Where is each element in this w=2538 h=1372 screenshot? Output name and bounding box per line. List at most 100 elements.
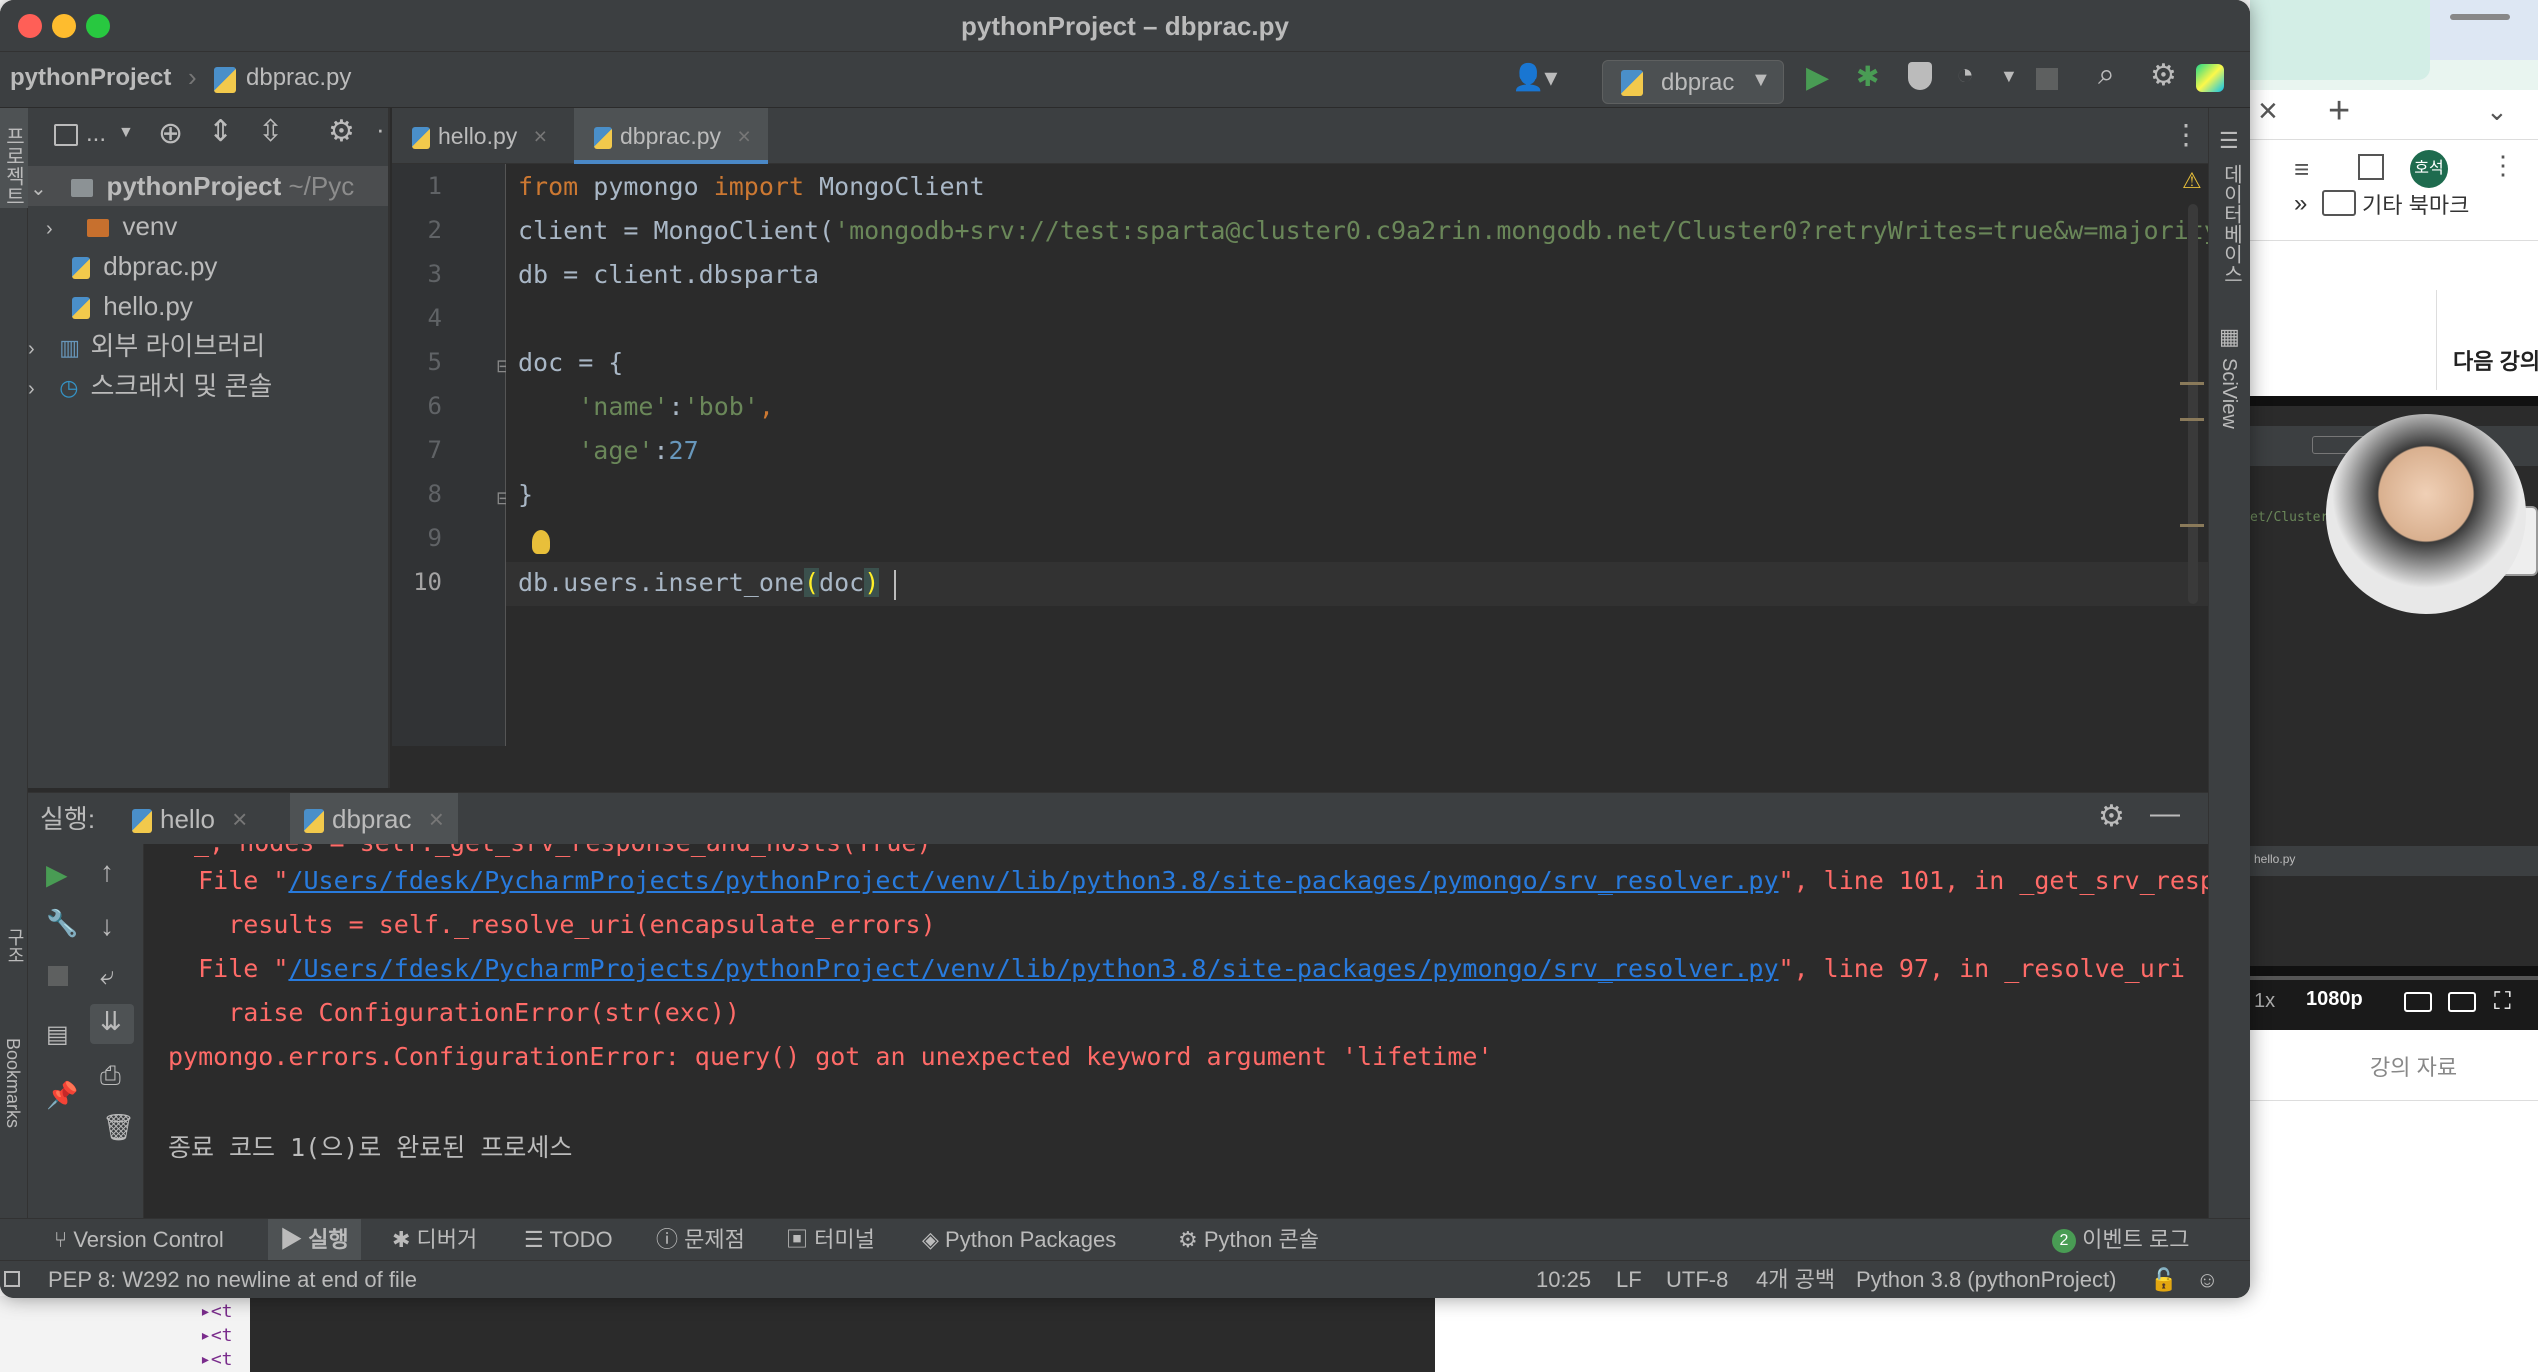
trash-icon[interactable]: 🗑	[102, 1112, 135, 1143]
close-tab-icon[interactable]: ×	[232, 804, 247, 834]
toggle-tool-windows-icon[interactable]	[4, 1271, 20, 1287]
gear-icon[interactable]: ⚙	[2098, 799, 2125, 834]
warning-icon[interactable]: ⚠	[2182, 168, 2202, 194]
pip-icon[interactable]	[2448, 992, 2476, 1012]
fullscreen-icon[interactable]: ⛶	[2494, 988, 2511, 1016]
close-tab-icon[interactable]: ×	[737, 123, 750, 149]
tree-item-scratches[interactable]: › ◷ 스크래치 및 콘솔	[28, 366, 390, 406]
chevron-down-icon[interactable]: ⌄	[2486, 96, 2508, 127]
jetbrains-logo-icon[interactable]	[2196, 64, 2224, 92]
scroll-to-end-button[interactable]: ⇊	[90, 1004, 134, 1044]
cursor-position[interactable]: 10:25	[1536, 1261, 1591, 1298]
tool-problems[interactable]: ⓘ 문제점	[656, 1219, 745, 1261]
python-interpreter[interactable]: Python 3.8 (pythonProject)	[1856, 1261, 2116, 1298]
gear-icon[interactable]: ⚙	[2150, 58, 2177, 93]
tree-item-venv[interactable]: › venv	[28, 206, 390, 246]
soft-wrap-icon[interactable]: ⤶	[100, 960, 115, 992]
new-tab-icon[interactable]: +	[2328, 90, 2350, 133]
run-icon[interactable]: ▶	[1806, 60, 1829, 95]
tool-terminal[interactable]: ▣ 터미널	[786, 1219, 875, 1261]
tree-item-external-libraries[interactable]: › ▥ 외부 라이브러리	[28, 326, 390, 366]
collapse-all-icon[interactable]: ⇳	[258, 114, 283, 149]
bookmarks-folder[interactable]: 기타 북마크	[2362, 188, 2469, 220]
gear-icon[interactable]: ⚙	[328, 114, 355, 149]
minimize-panel-icon[interactable]: —	[2150, 797, 2180, 831]
code-editor[interactable]: from pymongo import MongoClient client =…	[506, 164, 2234, 746]
rerun-icon[interactable]: ▶	[46, 858, 68, 891]
reading-list-icon[interactable]: ≡	[2294, 154, 2309, 185]
more-menu-icon[interactable]: ⋮	[2172, 118, 2200, 151]
indent-setting[interactable]: 4개 공백	[1756, 1261, 1835, 1298]
close-tab-icon[interactable]: ×	[534, 123, 547, 149]
structure-tool-label[interactable]: 구조	[2, 928, 28, 964]
browser-tab[interactable]	[2430, 0, 2538, 60]
search-icon[interactable]: ⌕	[2098, 58, 2115, 92]
tool-python-console[interactable]: ⚙ Python 콘솔	[1178, 1219, 1319, 1261]
tree-item-dbprac[interactable]: dbprac.py	[28, 246, 390, 286]
chevron-down-icon[interactable]: ▼	[118, 124, 134, 142]
close-tab-icon[interactable]: ×	[2258, 92, 2278, 131]
pin-icon[interactable]: 📌	[46, 1080, 78, 1111]
video-progress[interactable]	[2250, 976, 2538, 980]
zoom-window-button[interactable]	[86, 14, 110, 38]
project-view-select[interactable]: ...	[86, 120, 106, 148]
tree-item-project-root[interactable]: ⌄ pythonProject ~/Pyc	[28, 166, 390, 206]
hide-panel-icon[interactable]: ·	[376, 114, 385, 145]
bookmarks-more-icon[interactable]: »	[2294, 190, 2307, 218]
editor-scrollbar[interactable]	[2188, 204, 2198, 604]
line-separator[interactable]: LF	[1616, 1261, 1642, 1298]
stop-icon[interactable]	[2036, 68, 2058, 90]
database-tool-label[interactable]: 데이터베이스	[2217, 164, 2246, 284]
wrench-icon[interactable]: 🔧	[46, 908, 78, 939]
run-configuration-select[interactable]: dbprac ▼	[1602, 60, 1784, 104]
tab-dbprac[interactable]: dbprac.py ×	[574, 108, 768, 164]
lightbulb-icon[interactable]	[532, 530, 550, 554]
close-tab-icon[interactable]: ×	[429, 804, 444, 834]
user-account-icon[interactable]: 👤▾	[1512, 62, 1557, 93]
debug-icon[interactable]: ✱	[1856, 60, 1879, 93]
more-menu-icon[interactable]: ⋮	[2490, 150, 2516, 181]
tool-run[interactable]: ▶ 실행	[268, 1219, 361, 1261]
tab-hello[interactable]: hello.py ×	[392, 108, 570, 164]
tool-version-control[interactable]: ⑂ Version Control	[54, 1219, 224, 1261]
bookmarks-tool-label[interactable]: Bookmarks	[2, 1038, 23, 1128]
file-link[interactable]: /Users/fdesk/PycharmProjects/pythonProje…	[288, 954, 1778, 983]
browser-tab[interactable]	[2250, 0, 2430, 80]
expand-all-icon[interactable]: ⇕	[208, 114, 233, 149]
run-console[interactable]: _, nodes = self._get_srv_response_and_ho…	[146, 844, 2208, 1218]
tree-item-hello[interactable]: hello.py	[28, 286, 390, 326]
run-tab-dbprac[interactable]: dbprac ×	[290, 793, 458, 845]
captions-icon[interactable]	[2404, 992, 2432, 1012]
print-icon[interactable]: ⎙	[100, 1060, 121, 1092]
lock-icon[interactable]: 🔓	[2150, 1261, 2177, 1298]
minimize-window-button[interactable]	[52, 14, 76, 38]
playback-speed[interactable]: 1x	[2254, 990, 2275, 1013]
avatar[interactable]: 호석	[2410, 150, 2448, 188]
sciview-tool-label[interactable]: SciView	[2217, 358, 2240, 429]
next-lecture-button[interactable]: 다음 강의	[2436, 290, 2538, 390]
sidebar-icon[interactable]	[2358, 154, 2384, 180]
tool-debugger[interactable]: ✱ 디버거	[392, 1219, 477, 1261]
file-link[interactable]: /Users/fdesk/PycharmProjects/pythonProje…	[288, 866, 1778, 895]
stop-icon[interactable]	[48, 966, 68, 986]
run-tab-hello[interactable]: hello ×	[132, 793, 247, 845]
profile-icon[interactable]: ◔	[1956, 58, 1974, 92]
materials-link[interactable]: 강의 자료	[2370, 1050, 2457, 1082]
breadcrumb-project[interactable]: pythonProject	[10, 64, 171, 92]
project-view-icon[interactable]	[54, 124, 78, 146]
panel-splitter[interactable]	[388, 108, 390, 788]
layout-icon[interactable]: ▤	[46, 1020, 69, 1049]
arrow-down-icon[interactable]: ↓	[100, 910, 114, 942]
breadcrumb-file[interactable]: dbprac.py	[246, 64, 351, 92]
close-window-button[interactable]	[18, 14, 42, 38]
locate-icon[interactable]: ⊕	[158, 116, 183, 151]
tool-event-log[interactable]: 2 이벤트 로그	[2052, 1219, 2189, 1261]
chevron-down-icon[interactable]: ▼	[2000, 66, 2018, 87]
coverage-icon[interactable]	[1908, 62, 1932, 90]
quality-setting[interactable]: 1080p	[2306, 988, 2363, 1011]
tool-todo[interactable]: ☰ TODO	[524, 1219, 613, 1261]
arrow-up-icon[interactable]: ↑	[100, 856, 114, 888]
tool-python-packages[interactable]: ◈ Python Packages	[922, 1219, 1116, 1261]
inspector-icon[interactable]: ☺	[2196, 1261, 2218, 1298]
file-encoding[interactable]: UTF-8	[1666, 1261, 1728, 1298]
